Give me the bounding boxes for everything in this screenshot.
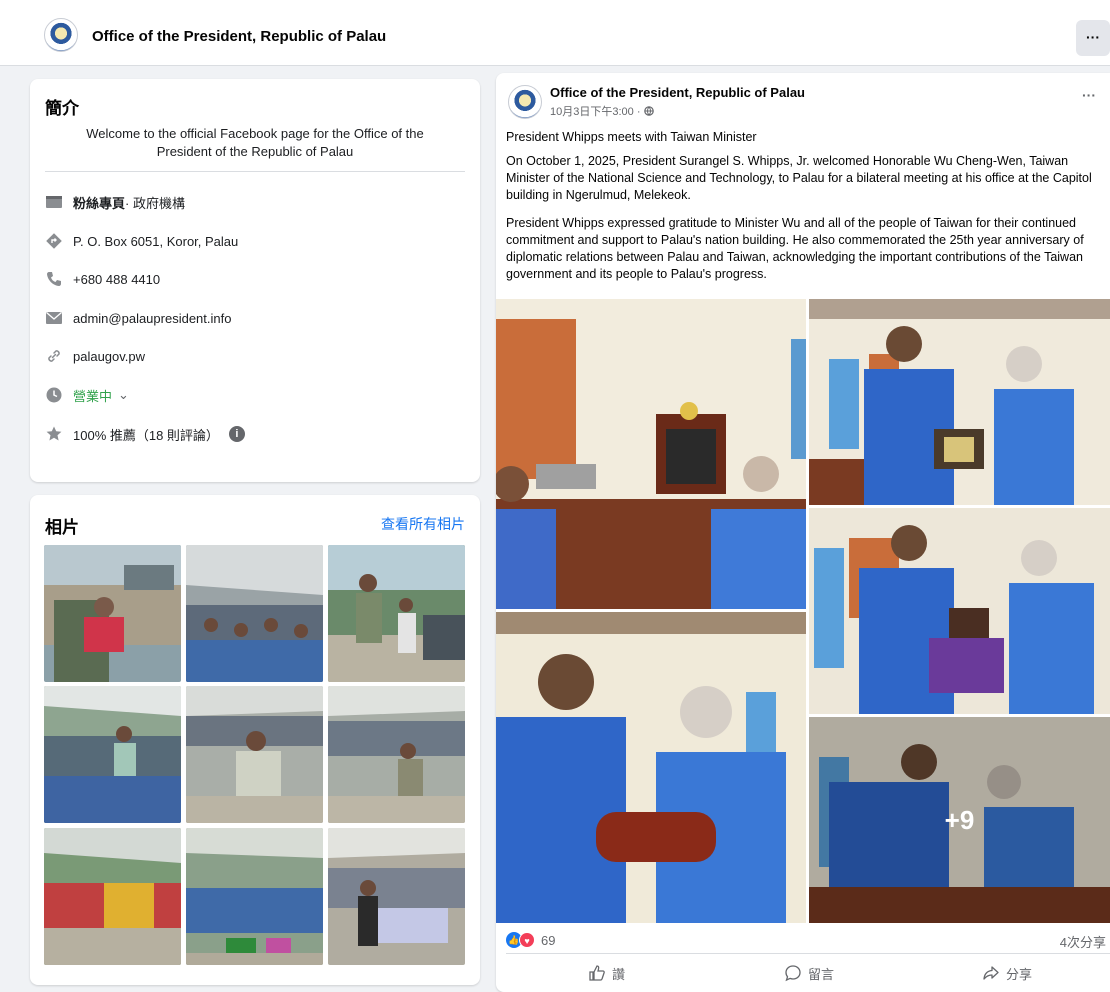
more-photos-overlay[interactable]: +9 (809, 717, 1110, 923)
category-value: · 政府機構 (125, 195, 185, 211)
post-time-text[interactable]: 10月3日下午3:00 · (550, 106, 644, 118)
post-paragraph-1: On October 1, 2025, President Surangel S… (506, 154, 1092, 202)
share-count[interactable]: 4次分享 (1016, 932, 1106, 951)
website-row: palaugov.pw (45, 346, 145, 366)
star-icon (45, 425, 63, 443)
photo-thumbnail[interactable] (328, 545, 465, 682)
phone-icon (45, 270, 63, 288)
love-reaction-icon: ♥ (519, 932, 535, 948)
photo-thumbnail[interactable] (186, 545, 323, 682)
address-row: P. O. Box 6051, Koror, Palau (45, 231, 238, 251)
link-icon (45, 347, 63, 365)
category-label[interactable]: 粉絲專頁 (73, 193, 125, 212)
clock-icon (45, 386, 63, 404)
hours-row: 營業中 ⌄ (45, 385, 129, 405)
share-button[interactable]: 分享 (982, 961, 1032, 985)
see-all-photos-link[interactable]: 查看所有相片 (381, 514, 465, 534)
photos-title: 相片 (45, 518, 79, 537)
action-divider (506, 953, 1110, 954)
intro-divider (45, 171, 465, 172)
post-headline: President Whipps meets with Taiwan Minis… (506, 130, 757, 144)
comment-bubble-icon (785, 965, 801, 982)
post-photo-5[interactable]: +9 (809, 717, 1110, 923)
photo-thumbnail[interactable] (44, 828, 181, 965)
globe-icon (643, 106, 654, 116)
chevron-down-icon[interactable]: ⌄ (118, 387, 129, 403)
post-author-avatar[interactable] (508, 85, 542, 119)
hours-status[interactable]: 營業中 (73, 386, 112, 405)
directions-icon (45, 232, 63, 250)
photo-thumbnail[interactable] (328, 686, 465, 823)
share-label: 分享 (1006, 966, 1033, 982)
photo-thumbnail[interactable] (186, 828, 323, 965)
comment-label: 留言 (808, 966, 835, 982)
intro-card: 簡介 Welcome to the official Facebook page… (30, 79, 480, 482)
photo-thumbnail[interactable] (328, 828, 465, 965)
email-link[interactable]: admin@palaupresident.info (73, 311, 231, 326)
post-paragraph-2: President Whipps expressed gratitude to … (506, 216, 1084, 281)
post-photo-4[interactable] (496, 612, 806, 923)
post-timestamp[interactable]: 10月3日下午3:00 · (550, 103, 654, 119)
intro-description: Welcome to the official Facebook page fo… (86, 126, 424, 159)
address-text: P. O. Box 6051, Koror, Palau (73, 233, 239, 249)
photo-thumbnail[interactable] (186, 686, 323, 823)
comment-button[interactable]: 留言 (784, 961, 834, 985)
page-header: Office of the President, Republic of Pal… (0, 0, 1110, 66)
thumbs-up-icon (589, 965, 605, 981)
post-photo-2[interactable] (809, 299, 1110, 505)
more-options-button[interactable]: ··· (1076, 20, 1110, 56)
rating-row: 100% 推薦（18 則評論） i (45, 424, 245, 444)
flag-icon (45, 193, 63, 211)
post-author-name[interactable]: Office of the President, Republic of Pal… (550, 85, 805, 100)
photo-thumbnail[interactable] (44, 545, 181, 682)
info-icon[interactable]: i (228, 426, 245, 442)
reaction-count: 69 (541, 932, 556, 948)
website-link[interactable]: palaugov.pw (73, 349, 145, 364)
photos-card: 相片 查看所有相片 (30, 495, 480, 985)
post-card: Office of the President, Republic of Pal… (496, 73, 1110, 992)
rating-text: 100% 推薦（18 則評論） (73, 427, 219, 443)
like-label: 讚 (612, 966, 626, 982)
photo-thumbnail[interactable] (44, 686, 181, 823)
post-more-options-button[interactable]: ··· (1082, 87, 1096, 103)
intro-title: 簡介 (45, 99, 79, 118)
email-row: admin@palaupresident.info (45, 308, 231, 328)
reaction-summary[interactable]: 👍 ♥ 69 (506, 931, 555, 949)
share-arrow-icon (983, 966, 999, 980)
envelope-icon (45, 309, 63, 327)
post-photo-1[interactable] (496, 299, 806, 609)
post-photo-3[interactable] (809, 508, 1110, 714)
phone-text: +680 488 4410 (73, 271, 161, 287)
phone-row: +680 488 4410 (45, 269, 160, 289)
page-title[interactable]: Office of the President, Republic of Pal… (92, 28, 386, 45)
like-button[interactable]: 讚 (588, 961, 625, 985)
palau-seal-avatar[interactable] (44, 18, 78, 52)
category-row: 粉絲專頁 · 政府機構 (45, 192, 185, 212)
